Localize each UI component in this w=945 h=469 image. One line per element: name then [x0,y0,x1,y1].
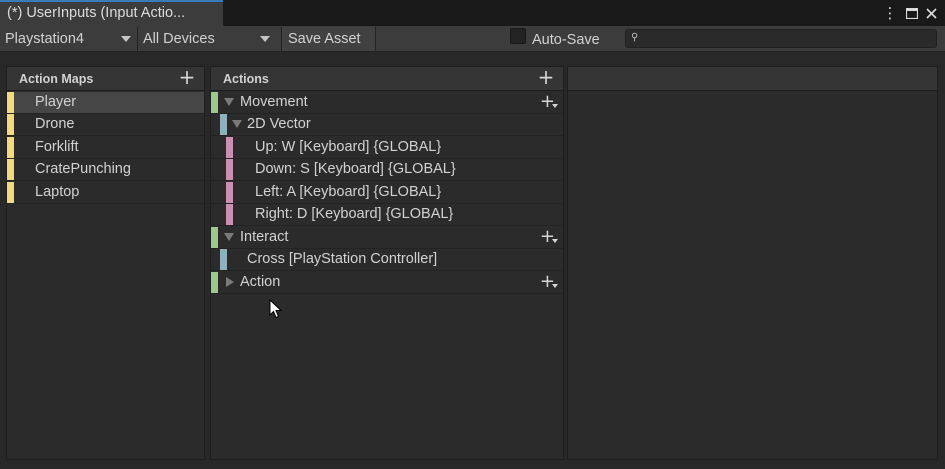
toolbar: Playstation4 All Devices Save Asset Auto… [0,26,945,52]
add-binding-button[interactable]: + [540,92,555,112]
action-maps-title: Action Maps [19,72,94,86]
action-color-bar [211,272,218,293]
chevron-down-icon [552,239,558,243]
part-label: Down: S [Keyboard] {GLOBAL} [255,161,456,177]
chevron-down-icon [121,36,131,42]
chevron-down-icon [552,104,558,108]
search-input[interactable]: ⚲ [625,29,937,48]
device-dropdown[interactable]: All Devices [138,27,276,51]
action-label: Movement [240,94,308,110]
part-label: Right: D [Keyboard] {GLOBAL} [255,206,454,222]
save-asset-label: Save Asset [288,31,361,47]
window-titlebar: (*) UserInputs (Input Actio... ⋮ [0,0,945,26]
action-map-color-bar [7,182,14,203]
action-label: Action [240,274,281,290]
binding-label: Cross [PlayStation Controller] [247,251,438,267]
action-map-label: Player [35,94,77,110]
toolbar-divider [375,27,376,51]
maximize-icon[interactable] [904,4,920,22]
window-tab-title: (*) UserInputs (Input Actio... [7,5,186,21]
composite-row[interactable]: 2D Vector [211,114,563,136]
action-map-label: Forklift [35,139,79,155]
action-map-item[interactable]: Drone [7,114,204,136]
properties-header [568,67,937,91]
action-map-item[interactable]: Laptop [7,182,204,204]
part-label: Left: A [Keyboard] {GLOBAL} [255,184,442,200]
part-color-bar [226,159,233,180]
action-map-color-bar [7,92,14,113]
add-binding-button[interactable]: + [540,272,555,292]
composite-part-row[interactable]: Down: S [Keyboard] {GLOBAL} [211,159,563,181]
save-asset-button[interactable]: Save Asset [282,27,375,51]
part-label: Up: W [Keyboard] {GLOBAL} [255,139,442,155]
properties-panel [567,66,938,460]
search-icon: ⚲ [631,32,639,43]
binding-color-bar [220,249,227,270]
action-color-bar [211,92,218,113]
composite-part-row[interactable]: Left: A [Keyboard] {GLOBAL} [211,182,563,204]
chevron-down-icon [552,284,558,288]
action-row[interactable]: Movement + [211,92,563,114]
add-binding-button[interactable]: + [540,227,555,247]
chevron-down-icon [260,36,270,42]
action-map-label: Drone [35,116,75,132]
action-maps-panel: Action Maps + Player Drone Forklift Crat… [6,66,205,460]
actions-title: Actions [223,72,269,86]
part-color-bar [226,137,233,158]
action-map-item[interactable]: CratePunching [7,159,204,181]
composite-label: 2D Vector [247,116,311,132]
composite-part-row[interactable]: Up: W [Keyboard] {GLOBAL} [211,137,563,159]
action-maps-header: Action Maps + [7,67,204,91]
more-options-icon[interactable]: ⋮ [883,4,898,22]
composite-color-bar [220,114,227,135]
auto-save-label: Auto-Save [532,32,600,48]
expand-triangle-icon[interactable] [224,98,234,106]
action-color-bar [211,227,218,248]
close-icon[interactable] [923,4,939,22]
collapse-triangle-icon[interactable] [226,277,234,287]
action-map-label: CratePunching [35,161,131,177]
binding-row[interactable]: Cross [PlayStation Controller] [211,249,563,271]
add-action-button[interactable]: + [537,67,555,89]
auto-save-checkbox[interactable] [510,28,526,44]
part-color-bar [226,182,233,203]
control-scheme-dropdown[interactable]: Playstation4 [0,27,137,51]
device-value: All Devices [143,31,215,47]
window-tab[interactable]: (*) UserInputs (Input Actio... [0,0,223,26]
actions-header: Actions + [211,67,563,91]
expand-triangle-icon[interactable] [224,233,234,241]
action-map-item[interactable]: Forklift [7,137,204,159]
action-map-color-bar [7,159,14,180]
composite-part-row[interactable]: Right: D [Keyboard] {GLOBAL} [211,204,563,226]
control-scheme-value: Playstation4 [5,31,84,47]
expand-triangle-icon[interactable] [232,120,242,128]
add-action-map-button[interactable]: + [178,67,196,89]
part-color-bar [226,204,233,225]
action-map-color-bar [7,114,14,135]
action-row[interactable]: Interact + [211,227,563,249]
action-map-item[interactable]: Player [7,92,204,114]
action-map-label: Laptop [35,184,80,200]
mouse-cursor-icon [269,299,282,319]
action-row[interactable]: Action + [211,272,563,294]
action-map-color-bar [7,137,14,158]
action-label: Interact [240,229,289,245]
actions-panel: Actions + Movement + 2D Vector Up: W [Ke… [210,66,564,460]
